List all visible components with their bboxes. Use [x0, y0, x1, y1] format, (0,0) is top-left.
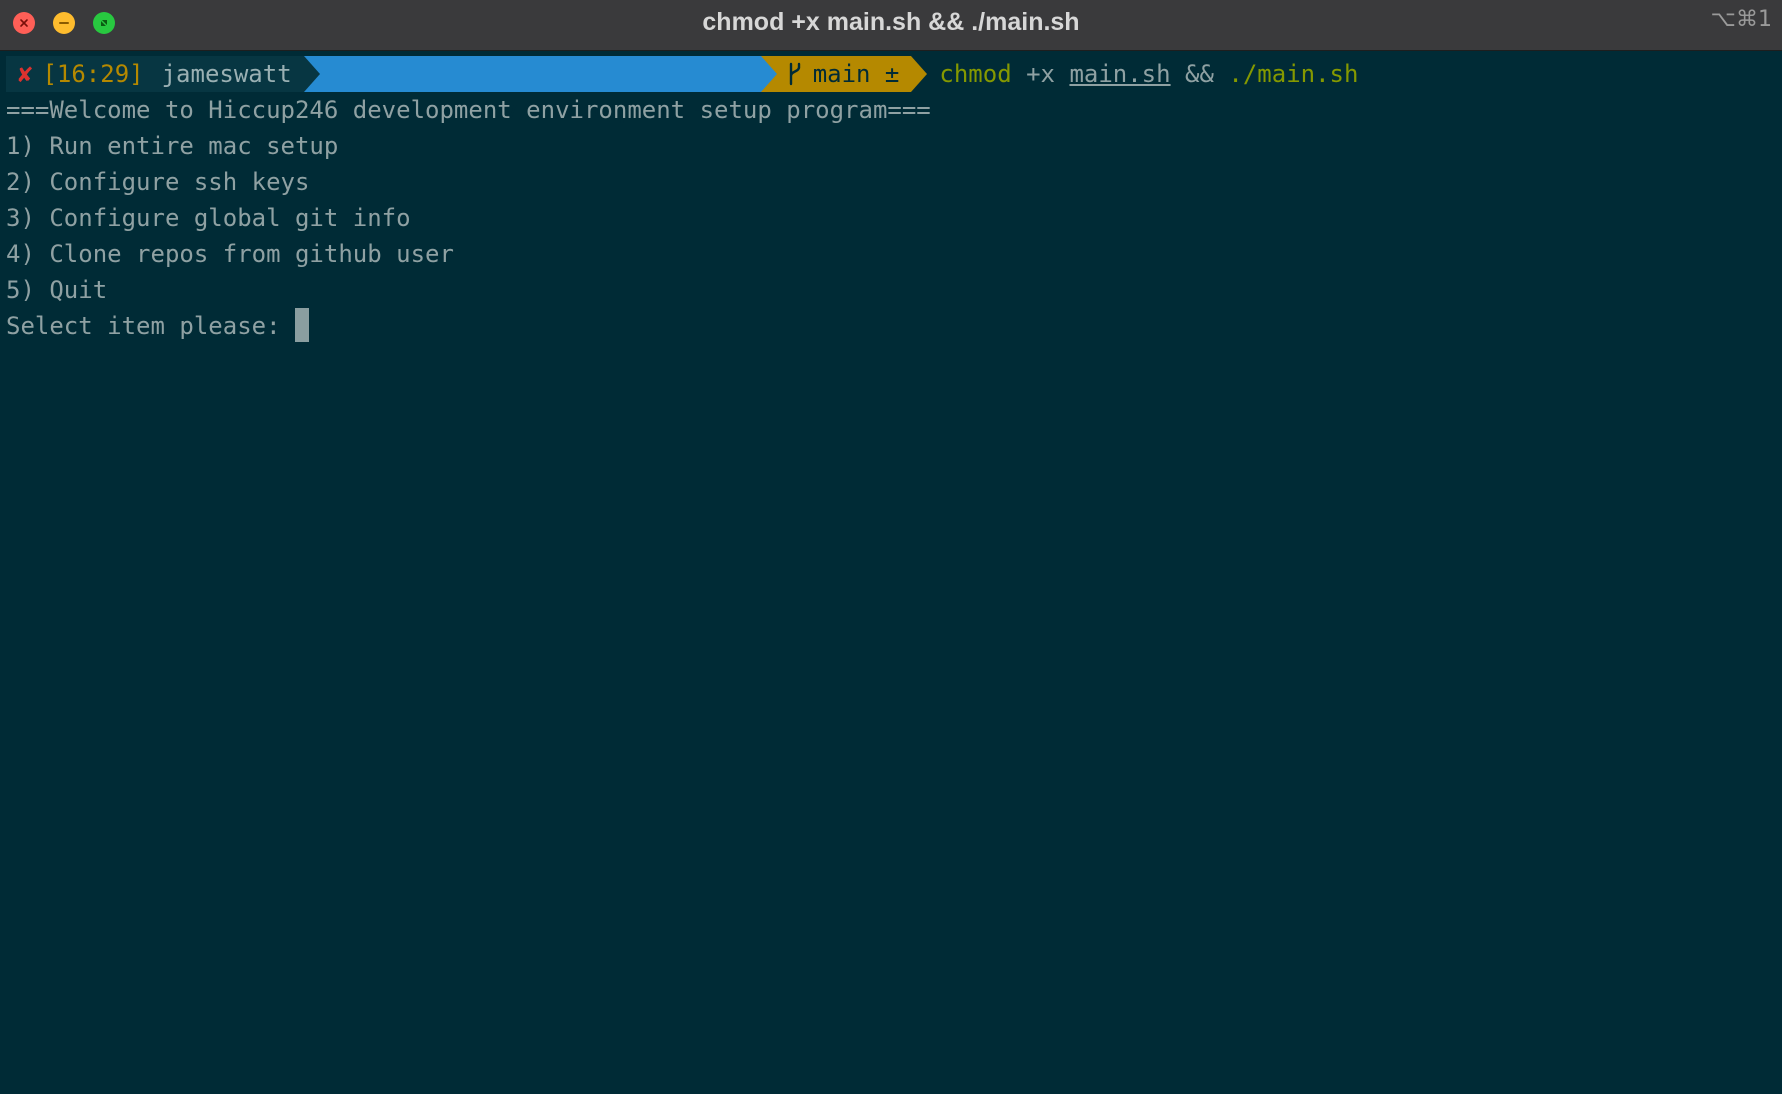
git-branch-icon [787, 62, 803, 86]
title-bar: chmod +x main.sh && ./main.sh ⌥⌘1 [0, 0, 1782, 51]
select-prompt-line[interactable]: Select item please: [6, 308, 1782, 344]
segment-separator [303, 56, 320, 92]
prompt-context-segment: ✘ [16:29] jameswatt [6, 56, 304, 92]
menu-item: 2) Configure ssh keys [6, 168, 310, 196]
menu-item: 5) Quit [6, 276, 108, 304]
typed-command: chmod +x main.sh && ./main.sh [939, 60, 1358, 88]
menu-item: 1) Run entire mac setup [6, 132, 339, 160]
command-operator: && [1170, 60, 1229, 88]
menu-item: 4) Clone repos from github user [6, 240, 454, 268]
prompt-user: jameswatt [161, 60, 292, 88]
welcome-message: ===Welcome to Hiccup246 development envi… [6, 96, 931, 124]
command-exec: ./main.sh [1228, 60, 1359, 88]
select-prompt: Select item please: [6, 312, 295, 340]
prompt-git-segment: main ± [776, 56, 912, 92]
prompt-time: [16:29] [42, 60, 144, 88]
error-status-icon: ✘ [18, 60, 33, 88]
terminal-content[interactable]: ✘ [16:29] jameswatt ~/dev/development-en… [6, 56, 1782, 1094]
command-flag: +x [1011, 60, 1070, 88]
window-shortcut: ⌥⌘1 [1710, 7, 1772, 32]
prompt-branch: main ± [812, 60, 900, 88]
menu-item: 3) Configure global git info [6, 204, 411, 232]
terminal-window: chmod +x main.sh && ./main.sh ⌥⌘1 ✘ [16:… [0, 0, 1782, 1094]
shell-prompt: ✘ [16:29] jameswatt ~/dev/development-en… [6, 56, 1782, 124]
segment-separator [911, 56, 928, 92]
text-cursor[interactable] [294, 308, 309, 342]
prompt-directory-segment: ~/dev/development-env [319, 56, 761, 124]
segment-separator [760, 56, 777, 92]
window-title: chmod +x main.sh && ./main.sh [702, 8, 1080, 36]
command-file: main.sh [1069, 60, 1171, 88]
command-program: chmod [939, 60, 1012, 88]
